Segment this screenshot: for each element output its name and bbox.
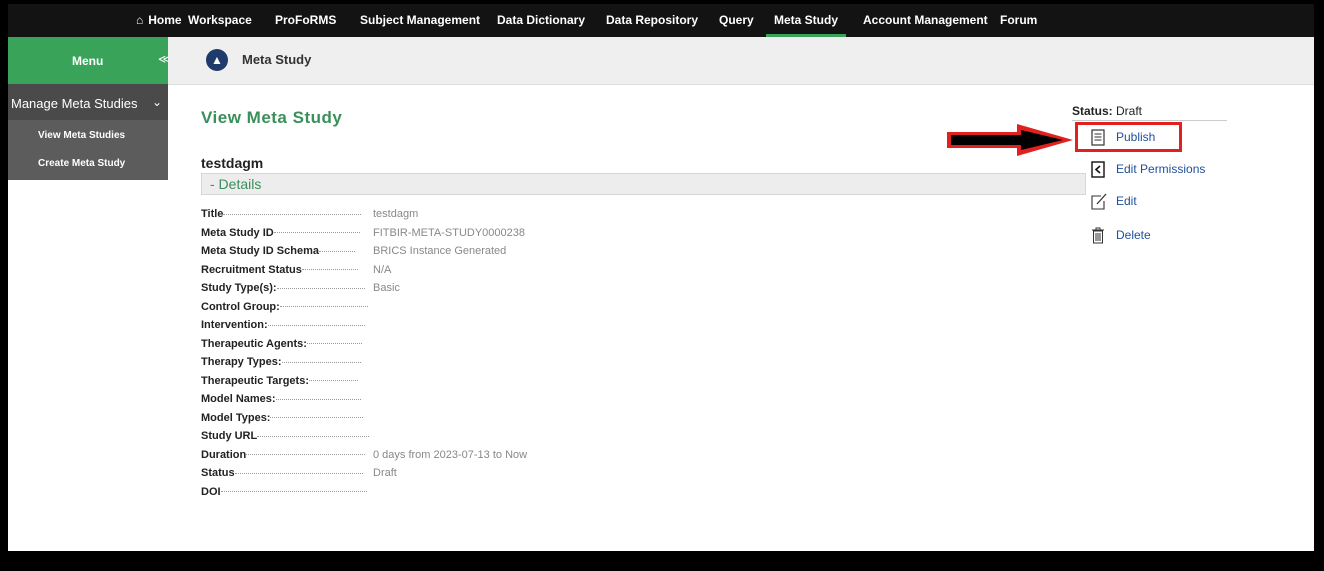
detail-row-duration: Duration 0 days from 2023-07-13 to Now <box>201 448 528 461</box>
nav-subject-management[interactable]: Subject Management <box>360 4 480 37</box>
study-name: testdagm <box>201 155 264 171</box>
detail-row-doi: DOI <box>201 486 369 505</box>
detail-row-model-types: Model Types: <box>201 412 369 431</box>
nav-meta-study[interactable]: Meta Study <box>766 4 847 37</box>
details-list: Title testdagm Meta Study ID FITBIR-META-S… <box>201 208 528 505</box>
status-divider <box>1072 120 1227 121</box>
detail-row-therapeutic-agents: Therapeutic Agents: <box>201 338 369 357</box>
detail-row-title: Title testdagm <box>201 208 419 220</box>
page-subheader: ▲ Meta Study <box>168 37 1314 85</box>
sidebar-group-label: Manage Meta Studies <box>11 96 138 111</box>
document-icon <box>1091 129 1107 147</box>
nav-workspace[interactable]: Workspace <box>188 4 252 37</box>
status-label: Status: <box>1072 104 1113 118</box>
status-display: Status: Draft <box>1072 104 1142 118</box>
nav-data-dictionary[interactable]: Data Dictionary <box>497 4 585 37</box>
detail-row-study-types: Study Type(s): Basic <box>201 282 400 294</box>
annotation-arrow <box>945 123 1075 162</box>
page-title: View Meta Study <box>201 108 343 127</box>
detail-row-recruitment-status: Recruitment Status N/A <box>201 263 392 276</box>
detail-row-model-names: Model Names: <box>201 393 369 412</box>
detail-row-status: Status Draft <box>201 467 397 479</box>
pencil-icon <box>1091 193 1107 211</box>
detail-row-control-group: Control Group: <box>201 301 369 320</box>
home-icon: ⌂ <box>136 13 144 27</box>
sidebar-item-create-meta-study[interactable]: Create Meta Study <box>38 158 125 169</box>
nav-home[interactable]: ⌂ Home <box>136 4 182 37</box>
detail-row-therapeutic-targets: Therapeutic Targets: <box>201 375 369 394</box>
detail-row-therapy-types: Therapy Types: <box>201 356 369 375</box>
detail-row-study-url: Study URL <box>201 430 370 449</box>
detail-row-intervention: Intervention: <box>201 319 369 338</box>
trash-icon <box>1091 227 1107 245</box>
app-frame: ⌂ Home Workspace ProFoRMS Subject Managem… <box>8 4 1314 551</box>
menu-header[interactable]: Menu ≪ <box>8 37 171 84</box>
details-section-toggle[interactable]: - Details <box>201 173 1086 195</box>
subheader-title: Meta Study <box>242 52 312 67</box>
top-nav: ⌂ Home Workspace ProFoRMS Subject Managem… <box>8 4 1314 37</box>
sidebar-group-manage-meta-studies[interactable]: Manage Meta Studies ⌄ <box>8 84 168 120</box>
status-value: Draft <box>1116 104 1143 118</box>
nav-account-management[interactable]: Account Management <box>863 4 988 37</box>
nav-proforms[interactable]: ProFoRMS <box>275 4 336 37</box>
detail-row-id-schema: Meta Study ID Schema BRICS Instance Gener… <box>201 245 507 257</box>
details-section-label: - Details <box>210 176 262 192</box>
meta-study-icon: ▲ <box>206 49 228 71</box>
nav-data-repository[interactable]: Data Repository <box>606 4 698 37</box>
detail-row-meta-study-id: Meta Study ID FITBIR-META-STUDY0000238 <box>201 226 526 239</box>
menu-label: Menu <box>72 54 104 68</box>
sidebar-item-view-meta-studies[interactable]: View Meta Studies <box>38 130 125 141</box>
share-icon <box>1091 161 1107 179</box>
chevron-down-icon: ⌄ <box>152 95 163 109</box>
sidebar: Manage Meta Studies ⌄ View Meta Studies … <box>8 84 168 180</box>
nav-query[interactable]: Query <box>719 4 754 37</box>
nav-forum[interactable]: Forum <box>1000 4 1037 37</box>
